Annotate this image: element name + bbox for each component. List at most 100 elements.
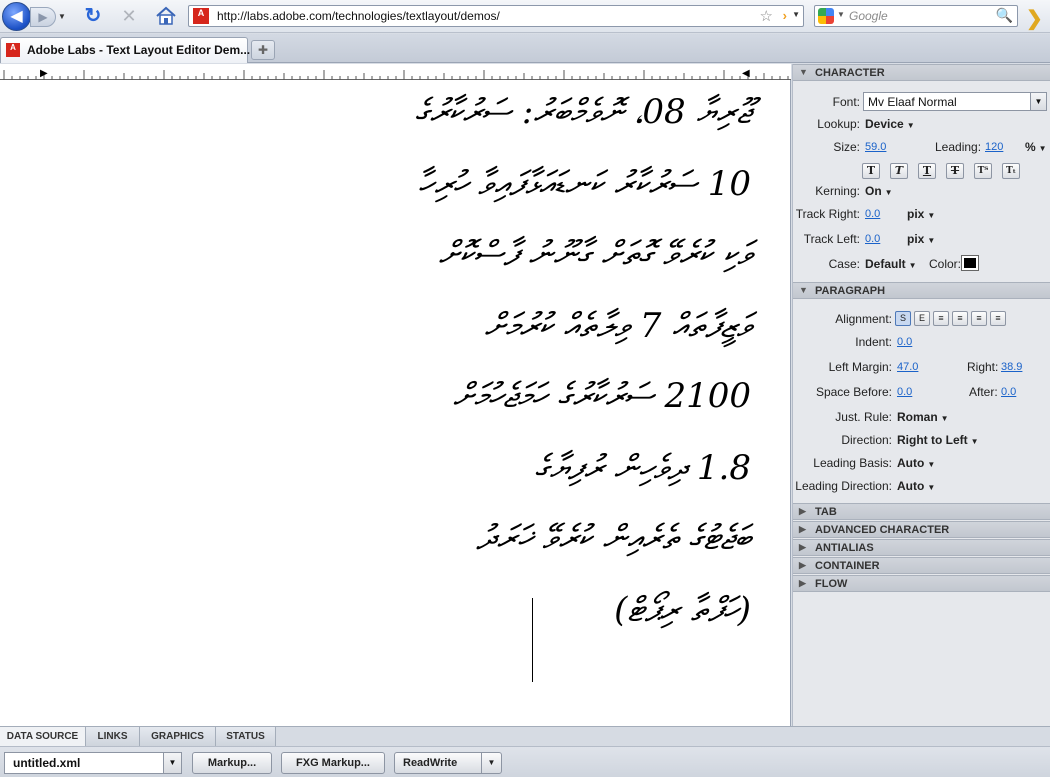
align-center-button[interactable]: ≡ [952, 311, 968, 326]
search-bar[interactable]: ▼ Google 🔍 [814, 5, 1018, 27]
align-end-button[interactable]: E [914, 311, 930, 326]
track-left-unit-dropdown[interactable]: pix ▼ [907, 232, 935, 246]
url-text[interactable]: http://labs.adobe.com/technologies/textl… [217, 9, 500, 23]
section-container[interactable]: ▶ CONTAINER [793, 557, 1050, 574]
track-right-unit-dropdown[interactable]: pix ▼ [907, 207, 935, 221]
section-character[interactable]: ▼ CHARACTER [793, 64, 1050, 81]
underline-button[interactable]: T [918, 163, 936, 179]
track-left-value[interactable]: 0.0 [865, 233, 880, 245]
history-dropdown-icon[interactable]: ▼ [58, 9, 70, 25]
case-dropdown[interactable]: Default ▼ [865, 257, 917, 271]
leading-value[interactable]: 120 [985, 141, 1003, 153]
text-line[interactable]: 10 ސަރުކާރު ކަނޑައަޅާފައިވާ ހުރިހާ [418, 164, 751, 204]
chevron-down-icon: ▼ [906, 121, 915, 130]
text-line[interactable]: 1.8 ދިވެހިން ރުފިޔާގެ [534, 448, 751, 488]
expand-arrow-icon[interactable]: ▶ [799, 560, 806, 571]
feed-icon[interactable]: › [783, 8, 787, 23]
just-rule-dropdown[interactable]: Roman ▼ [897, 410, 949, 424]
markup-button[interactable]: Markup... [192, 752, 272, 774]
collapse-arrow-icon[interactable]: ▼ [799, 67, 808, 77]
expand-arrow-icon[interactable]: ▶ [799, 506, 806, 517]
track-right-label: Track Right: [795, 207, 860, 221]
text-line[interactable]: (ހަފްތާ ރިޕޯޓް) [614, 590, 751, 630]
leading-basis-dropdown[interactable]: Auto ▼ [897, 456, 935, 470]
engine-dropdown-icon[interactable]: ▼ [837, 10, 845, 19]
forward-arrow-icon[interactable]: ▶ [30, 7, 56, 27]
url-dropdown-icon[interactable]: ▼ [792, 10, 800, 19]
chevron-down-icon[interactable]: ▼ [1030, 93, 1046, 110]
section-advanced-character[interactable]: ▶ ADVANCED CHARACTER [793, 521, 1050, 538]
expand-arrow-icon[interactable]: ▶ [799, 542, 806, 553]
strikethrough-button[interactable]: T [946, 163, 964, 179]
leading-unit-dropdown[interactable]: % ▼ [1025, 140, 1047, 154]
text-editor[interactable]: ▶ ◀ ޖޫރިޔާ 08، ނޮވެމްބަރު: ސަރުކާރުގެ 10… [0, 64, 791, 726]
indent-value[interactable]: 0.0 [897, 336, 912, 348]
font-select[interactable]: Mv Elaaf Normal ▼ [863, 92, 1047, 111]
lookup-dropdown[interactable]: Device ▼ [865, 117, 915, 131]
color-swatch[interactable] [961, 255, 979, 271]
right-margin-value[interactable]: 38.9 [1001, 361, 1022, 373]
align-left-button[interactable]: ≡ [933, 311, 949, 326]
text-line[interactable]: 2100 ސަރުކާރުގެ ހަމަޖެހުމަށް [453, 376, 751, 416]
left-margin-value[interactable]: 47.0 [897, 361, 918, 373]
left-margin-marker-icon[interactable]: ▶ [40, 68, 48, 79]
stop-icon[interactable]: ✕ [118, 5, 140, 27]
right-margin-marker-icon[interactable]: ◀ [742, 68, 750, 79]
bookmark-star-icon[interactable]: ☆ [760, 7, 773, 25]
font-label: Font: [832, 95, 860, 109]
align-justify-button[interactable]: ≡ [990, 311, 1006, 326]
expand-arrow-icon[interactable]: ▶ [799, 578, 806, 589]
new-tab-icon[interactable]: ✚ [251, 40, 275, 60]
text-line[interactable]: ބަޖެޓުގެ ތެރެއިން ކުރެވޭ ޚަރަދު [476, 518, 751, 558]
search-placeholder[interactable]: Google [849, 9, 888, 23]
space-after-value[interactable]: 0.0 [1001, 386, 1016, 398]
file-select[interactable]: untitled.xml ▼ [4, 752, 182, 774]
text-line[interactable]: ވަޒީފާތައް 7 ވިލާތެއް ކުރުމަށް [484, 306, 751, 346]
tab-status[interactable]: STATUS [216, 727, 276, 747]
tab-adobe-labs[interactable]: A Adobe Labs - Text Layout Editor Dem... [0, 37, 250, 63]
size-value[interactable]: 59.0 [865, 141, 886, 153]
text-line[interactable]: ވަކި ކުރެވޭ ގޮތަށް ގާނޫނު ފާސްކޮށް [438, 234, 751, 274]
superscript-button[interactable]: Tᵀ [974, 163, 992, 179]
tab-links[interactable]: LINKS [86, 727, 140, 747]
section-paragraph[interactable]: ▼ PARAGRAPH [793, 282, 1050, 299]
url-bar[interactable]: A http://labs.adobe.com/technologies/tex… [188, 5, 804, 27]
tab-graphics[interactable]: GRAPHICS [140, 727, 216, 747]
magnifier-icon[interactable]: 🔍 [996, 7, 1013, 24]
tab-data-source[interactable]: DATA SOURCE [0, 727, 86, 747]
toolbar-overflow-icon[interactable]: ❯ [1026, 6, 1043, 31]
chevron-down-icon: ▼ [940, 414, 949, 423]
back-arrow-icon[interactable]: ◀ [2, 2, 31, 31]
space-before-value[interactable]: 0.0 [897, 386, 912, 398]
expand-arrow-icon[interactable]: ▶ [799, 524, 806, 535]
google-engine-icon[interactable] [818, 8, 834, 24]
bottom-toolbar: untitled.xml ▼ Markup... FXG Markup... R… [0, 746, 1050, 777]
section-tab[interactable]: ▶ TAB [793, 503, 1050, 520]
chevron-down-icon[interactable]: ▼ [163, 753, 181, 773]
indent-label: Indent: [855, 335, 892, 349]
color-label: Color: [929, 257, 962, 271]
ruler[interactable]: ▶ ◀ [0, 64, 791, 80]
direction-dropdown[interactable]: Right to Left ▼ [897, 433, 979, 447]
fxg-markup-button[interactable]: FXG Markup... [281, 752, 385, 774]
chevron-down-icon[interactable]: ▼ [481, 753, 501, 773]
section-flow[interactable]: ▶ FLOW [793, 575, 1050, 592]
text-line[interactable]: ޖޫރިޔާ 08، ނޮވެމްބަރު: ސަރުކާރުގެ [415, 92, 751, 132]
track-left-label: Track Left: [803, 232, 860, 246]
collapse-arrow-icon[interactable]: ▼ [799, 285, 808, 295]
leading-direction-dropdown[interactable]: Auto ▼ [897, 479, 935, 493]
align-start-button[interactable]: S [895, 311, 911, 326]
space-before-label: Space Before: [815, 385, 892, 399]
bold-button[interactable]: T [862, 163, 880, 179]
subscript-button[interactable]: Tₜ [1002, 163, 1020, 179]
reload-icon[interactable]: ↻ [82, 5, 104, 27]
home-icon[interactable] [154, 5, 178, 27]
leading-basis-label: Leading Basis: [813, 456, 892, 470]
text-flow[interactable]: ޖޫރިޔާ 08، ނޮވެމްބަރު: ސަރުކާރުގެ 10 ސަރ… [0, 82, 791, 722]
kerning-dropdown[interactable]: On ▼ [865, 184, 893, 198]
align-right-button[interactable]: ≡ [971, 311, 987, 326]
section-antialias[interactable]: ▶ ANTIALIAS [793, 539, 1050, 556]
italic-button[interactable]: T [890, 163, 908, 179]
track-right-value[interactable]: 0.0 [865, 208, 880, 220]
mode-dropdown[interactable]: ReadWrite ▼ [394, 752, 502, 774]
